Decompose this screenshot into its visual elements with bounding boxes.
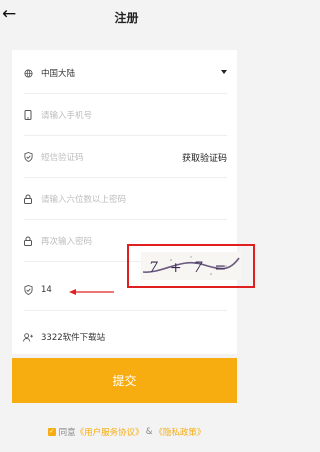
shield-icon (21, 285, 35, 295)
agreement-checkbox[interactable]: ✓ (47, 428, 56, 436)
agreement: ✓ 同意 《用户服务协议》 & 《隐私政策》 (0, 426, 253, 438)
phone-input[interactable]: 请输入手机号 (41, 109, 92, 121)
dropdown-arrow-icon[interactable] (221, 70, 227, 74)
lock-icon (21, 236, 35, 246)
globe-icon (21, 68, 35, 78)
confirm-password-input[interactable]: 再次输入密码 (41, 235, 92, 247)
captcha-image[interactable]: 7+7= (141, 252, 241, 280)
agreement-prefix: 同意 (58, 428, 76, 438)
privacy-link[interactable]: 《隐私政策》 (154, 426, 205, 438)
page-title: 注册 (114, 11, 139, 25)
shield-icon (21, 152, 35, 162)
terms-link[interactable]: 《用户服务协议》 (76, 426, 144, 438)
user-plus-icon (21, 332, 35, 342)
divider (24, 310, 227, 311)
get-code-button[interactable]: 获取验证码 (182, 151, 227, 164)
register-form: 中国大陆 请输入手机号 短信验证码 获取验证码 请输入六位数以上密码 再次输入密… (12, 50, 255, 354)
referrer-field[interactable]: 3322软件下载站 (12, 316, 237, 358)
password-input[interactable]: 请输入六位数以上密码 (41, 193, 126, 205)
check-icon: ✓ (49, 428, 55, 435)
lock-icon (21, 194, 35, 204)
captcha-highlight[interactable]: 7+7= (127, 244, 255, 288)
password-field[interactable]: 请输入六位数以上密码 (12, 178, 237, 220)
sms-code-field[interactable]: 短信验证码 获取验证码 (12, 136, 237, 178)
captcha-input[interactable]: 14 (41, 285, 52, 295)
phone-icon (21, 110, 35, 120)
region-value: 中国大陆 (41, 69, 76, 79)
referrer-input[interactable]: 3322软件下载站 (41, 331, 105, 343)
arrow-left-annotation-icon (69, 289, 114, 295)
phone-field[interactable]: 请输入手机号 (12, 94, 237, 136)
submit-button[interactable]: 提交 (12, 358, 237, 403)
agreement-amp: & (145, 427, 153, 437)
region-selector[interactable]: 中国大陆 (12, 52, 237, 94)
sms-code-input[interactable]: 短信验证码 (41, 151, 84, 163)
header: ← 注册 (0, 0, 253, 34)
captcha-field[interactable]: 14 7+7= (12, 244, 255, 311)
captcha-text: 7+7= (149, 260, 238, 276)
